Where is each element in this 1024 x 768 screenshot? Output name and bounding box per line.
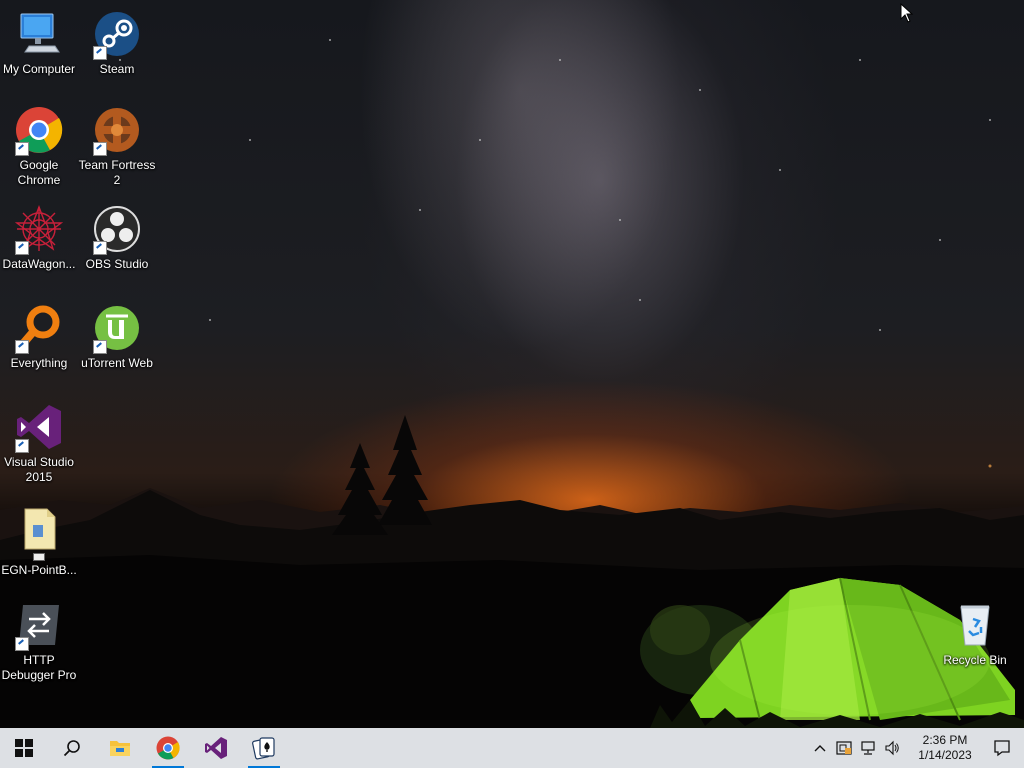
shortcut-arrow-icon (93, 340, 107, 354)
shortcut-arrow-icon (93, 46, 107, 60)
desktop-icon-label: My Computer (2, 62, 76, 76)
tray-network[interactable] (856, 728, 880, 768)
obs-icon (93, 205, 141, 255)
shortcut-arrow-icon (15, 142, 29, 156)
visual-studio-icon (205, 737, 227, 759)
tf2-icon (93, 106, 141, 156)
security-icon (836, 741, 852, 755)
windows-start-icon (15, 739, 33, 757)
http-debugger-icon (15, 601, 63, 651)
solitaire-icon (252, 737, 275, 760)
shortcut-arrow-icon (15, 637, 29, 651)
everything-icon (15, 304, 63, 354)
chrome-icon (15, 106, 63, 156)
desktop-icon-label: HTTP Debugger Pro (1, 653, 77, 682)
action-center-button[interactable] (980, 728, 1024, 768)
recycle-bin-icon (951, 601, 999, 649)
network-icon (861, 741, 875, 755)
mouse-cursor-icon (900, 3, 914, 23)
desktop-icon-label: Team Fortress 2 (78, 158, 156, 187)
shortcut-arrow-icon (15, 241, 29, 255)
desktop-icon-label: DataWagon... (2, 257, 76, 271)
desktop-icon-http-debugger-pro[interactable]: HTTP Debugger Pro (0, 601, 78, 683)
system-tray: 2:36 PM 1/14/2023 (808, 728, 1024, 768)
desktop-icon-recycle-bin[interactable]: Recycle Bin (936, 601, 1014, 668)
steam-icon (93, 10, 141, 60)
file-icon (15, 505, 63, 561)
desktop-icon-label: OBS Studio (85, 257, 149, 271)
shortcut-arrow-icon (15, 439, 29, 453)
desktop-icon-google-chrome[interactable]: Google Chrome (0, 106, 78, 188)
tray-security[interactable] (832, 728, 856, 768)
desktop-icon-label: uTorrent Web (81, 356, 153, 370)
clock-date: 1/14/2023 (918, 748, 972, 762)
chrome-icon (156, 736, 180, 760)
volume-icon (885, 740, 899, 756)
shortcut-arrow-icon (93, 142, 107, 156)
tray-volume[interactable] (880, 728, 904, 768)
visual-studio-icon (15, 403, 63, 453)
taskbar-file-explorer[interactable] (96, 728, 144, 768)
shortcut-arrow-icon (15, 340, 29, 354)
taskbar-clock[interactable]: 2:36 PM 1/14/2023 (910, 733, 980, 763)
taskbar: 2:36 PM 1/14/2023 (0, 728, 1024, 768)
datawagon-icon (14, 205, 64, 255)
show-hidden-icons-button[interactable] (808, 728, 832, 768)
desktop-icon-steam[interactable]: Steam (78, 10, 156, 77)
desktop-icon-obs-studio[interactable]: OBS Studio (78, 205, 156, 272)
search-icon (63, 740, 80, 757)
taskbar-chrome[interactable] (144, 728, 192, 768)
file-overlay-icon (33, 553, 45, 561)
notification-icon (994, 740, 1010, 757)
clock-time: 2:36 PM (922, 733, 968, 747)
chevron-up-icon (814, 745, 826, 752)
desktop-icon-egn-pointb[interactable]: EGN-PointB... (0, 505, 78, 578)
desktop-icon-label: Recycle Bin (943, 653, 1007, 667)
desktop-icon-everything[interactable]: Everything (0, 304, 78, 371)
taskbar-solitaire[interactable] (240, 728, 288, 768)
desktop-icon-label: Visual Studio 2015 (4, 455, 74, 484)
computer-icon (15, 10, 63, 58)
search-button[interactable] (48, 728, 96, 768)
taskbar-visual-studio[interactable] (192, 728, 240, 768)
desktop-icon-utorrent-web[interactable]: uTorrent Web (78, 304, 156, 371)
shortcut-arrow-icon (93, 241, 107, 255)
desktop-icon-visual-studio-2015[interactable]: Visual Studio 2015 (0, 403, 78, 485)
start-button[interactable] (0, 728, 48, 768)
file-explorer-icon (110, 741, 130, 756)
desktop-icon-label: Everything (10, 356, 68, 370)
desktop-icon-team-fortress-2[interactable]: Team Fortress 2 (78, 106, 156, 188)
desktop-icon-label: Google Chrome (17, 158, 61, 187)
desktop-icon-datawagon[interactable]: DataWagon... (0, 205, 78, 272)
desktop-icon-label: Steam (99, 62, 135, 76)
utorrent-icon (93, 304, 141, 354)
desktop-icon-label: EGN-PointB... (1, 563, 77, 577)
desktop-icon-my-computer[interactable]: My Computer (0, 10, 78, 77)
